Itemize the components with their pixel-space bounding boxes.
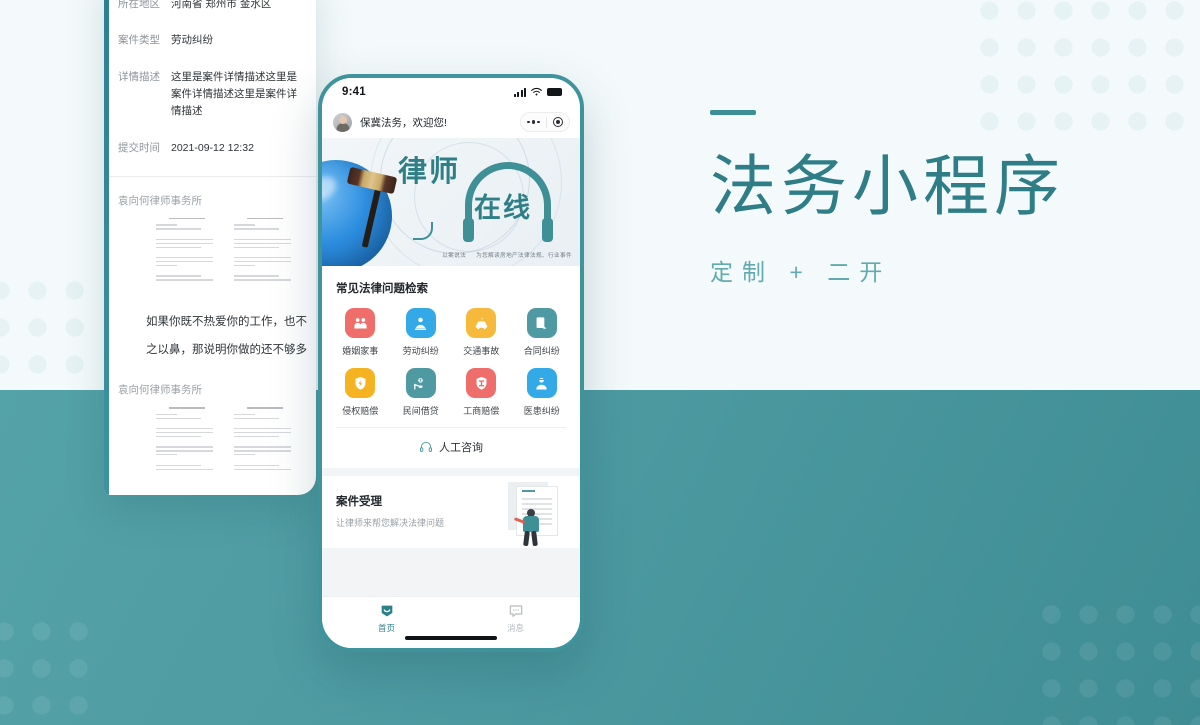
category-item-label: 民间借贷 [402, 406, 439, 416]
scanned-doc-thumbnail [156, 407, 218, 488]
divider [104, 175, 316, 177]
quote-line: 如果你既不热爱你的工作，也不 [146, 315, 307, 328]
detail-value: 河南省 郑州市 金水区 [171, 0, 272, 10]
category-item-label: 侵权赔偿 [342, 406, 379, 416]
signal-bars-icon [514, 87, 526, 97]
category-item-1[interactable]: 婚姻家事 [330, 308, 391, 357]
category-item-label: 交通事故 [463, 346, 500, 356]
law-firm-name: 袁向何律师事务所 [118, 384, 202, 397]
right-copy-block: 法务小程序 定制 + 二开 [710, 110, 1130, 287]
search-section: 常见法律问题检索 婚姻家事 劳动纠纷 交通事故 合同纠纷侵权赔偿 民间借贷 工商赔偿 医患纠… [322, 266, 580, 468]
hand-money-icon [405, 368, 436, 398]
category-item-7[interactable]: 工商赔偿 [451, 368, 512, 417]
message-icon [509, 605, 522, 617]
target-circle-icon[interactable] [553, 117, 563, 127]
doctor-icon [526, 368, 557, 398]
phone-screen: 9:41 保冀法务，欢迎您! 律师 在线 以案说法 为您解读房地产法律法规、行业… [322, 78, 580, 648]
banner-title-line1: 律师 [398, 156, 461, 188]
detail-label: 提交时间 [118, 141, 160, 154]
category-item-label: 医患纠纷 [523, 406, 560, 416]
category-item-label: 劳动纠纷 [402, 346, 439, 356]
car-crash-icon [466, 308, 497, 338]
accent-dash [710, 110, 756, 115]
detail-row-submit-time: 提交时间 2021-09-12 12:32 [118, 140, 306, 157]
banner-title-line2: 在线 [474, 193, 532, 223]
category-item-8[interactable]: 医患纠纷 [512, 368, 573, 417]
detail-value: 这里是案件详情描述这里是案件详情描述这里是案件详情描述 [171, 70, 297, 118]
wechat-capsule[interactable] [520, 112, 570, 132]
shield-bolt-icon [345, 368, 376, 398]
tab-messages-label: 消息 [506, 623, 524, 633]
headset-support-icon [419, 441, 433, 452]
home-icon [381, 605, 392, 617]
detail-label: 所在地区 [118, 0, 160, 10]
law-firm-name: 袁向何律师事务所 [118, 194, 202, 207]
detail-label: 详情描述 [118, 70, 160, 83]
manual-consult-label: 人工咨询 [439, 442, 483, 454]
scanned-doc-thumbnail [234, 407, 296, 488]
banner-tagline-b: 为您解读房地产法律法规、行业事件 [476, 253, 572, 259]
scanned-doc-thumbnail [156, 217, 218, 298]
category-item-label: 合同纠纷 [523, 346, 560, 356]
contract-icon [526, 308, 557, 338]
detail-value: 2021-09-12 12:32 [171, 141, 254, 154]
bottom-tabbar: 首页 消息 [322, 596, 580, 648]
detail-row-description: 详情描述 这里是案件详情描述这里是案件详情描述这里是案件详情描述 [118, 69, 306, 121]
dot-pattern-left [0, 272, 92, 392]
status-bar: 9:41 [322, 78, 580, 106]
dot-pattern-bottom-left [0, 613, 106, 725]
wifi-icon [531, 88, 542, 96]
battery-icon [547, 88, 562, 96]
manual-consult-button[interactable]: 人工咨询 [322, 428, 580, 468]
case-card-subtitle: 让律师来帮您解决法律问题 [336, 518, 445, 528]
welcome-text: 保冀法务，欢迎您! [360, 116, 447, 129]
dot-pattern-bottom-right [1033, 596, 1200, 725]
more-dots-icon[interactable] [527, 120, 540, 124]
tab-messages[interactable]: 消息 [451, 603, 580, 634]
detail-row-region: 所在地区 河南省 郑州市 金水区 [118, 0, 306, 13]
home-indicator [405, 636, 497, 640]
avatar [333, 112, 352, 132]
poster-stage: LEGAL 所在地区 河南省 郑州市 金水区 案件类型 劳动纠纷 详情描述 这里… [0, 0, 1200, 725]
quote-line: 之以鼻，那说明你做的还不够多 [146, 344, 307, 356]
page-subtitle: 定制 + 二开 [710, 259, 892, 285]
scanned-doc-thumbnails [146, 407, 306, 488]
scanned-doc-thumbnail [234, 217, 296, 298]
mini-program-navbar: 保冀法务，欢迎您! [322, 106, 580, 138]
section-title: 常见法律问题检索 [336, 283, 428, 295]
case-illustration [496, 482, 562, 547]
banner-tagline-a: 以案说法 [442, 253, 467, 259]
banner-tagline: 以案说法 为您解读房地产法律法规、行业事件 [442, 251, 572, 259]
phone-content: 常见法律问题检索 婚姻家事 劳动纠纷 交通事故 合同纠纷侵权赔偿 民间借贷 工商赔偿 医患纠… [322, 266, 580, 596]
category-item-5[interactable]: 侵权赔偿 [330, 368, 391, 417]
detail-row-case-type: 案件类型 劳动纠纷 [118, 32, 306, 49]
factory-icon [466, 368, 497, 398]
category-item-label: 工商赔偿 [463, 406, 500, 416]
detail-label: 案件类型 [118, 34, 160, 47]
detail-value: 劳动纠纷 [171, 34, 213, 47]
category-item-label: 婚姻家事 [342, 346, 379, 356]
divider [546, 116, 547, 128]
category-item-6[interactable]: 民间借贷 [391, 368, 452, 417]
tab-home-label: 首页 [377, 623, 395, 633]
status-bar-time: 9:41 [342, 86, 366, 98]
phone-mockup: 9:41 保冀法务，欢迎您! 律师 在线 以案说法 为您解读房地产法律法规、行业… [318, 74, 584, 652]
category-item-3[interactable]: 交通事故 [451, 308, 512, 357]
category-item-2[interactable]: 劳动纠纷 [391, 308, 452, 357]
tab-home[interactable]: 首页 [322, 603, 451, 634]
case-detail-card: 所在地区 河南省 郑州市 金水区 案件类型 劳动纠纷 详情描述 这里是案件详情描… [104, 0, 316, 495]
case-card-title: 案件受理 [336, 496, 382, 508]
category-item-4[interactable]: 合同纠纷 [512, 308, 573, 357]
category-grid: 婚姻家事 劳动纠纷 交通事故 合同纠纷侵权赔偿 民间借贷 工商赔偿 医患纠纷 [322, 308, 580, 427]
hero-banner[interactable]: 律师 在线 以案说法 为您解读房地产法律法规、行业事件 [322, 138, 580, 266]
page-title: 法务小程序 [710, 149, 1065, 223]
hand-person-icon [405, 308, 436, 338]
case-acceptance-card[interactable]: 案件受理 让律师来帮您解决法律问题 [322, 476, 580, 548]
couple-icon [345, 308, 376, 338]
scanned-doc-thumbnails [146, 217, 306, 298]
